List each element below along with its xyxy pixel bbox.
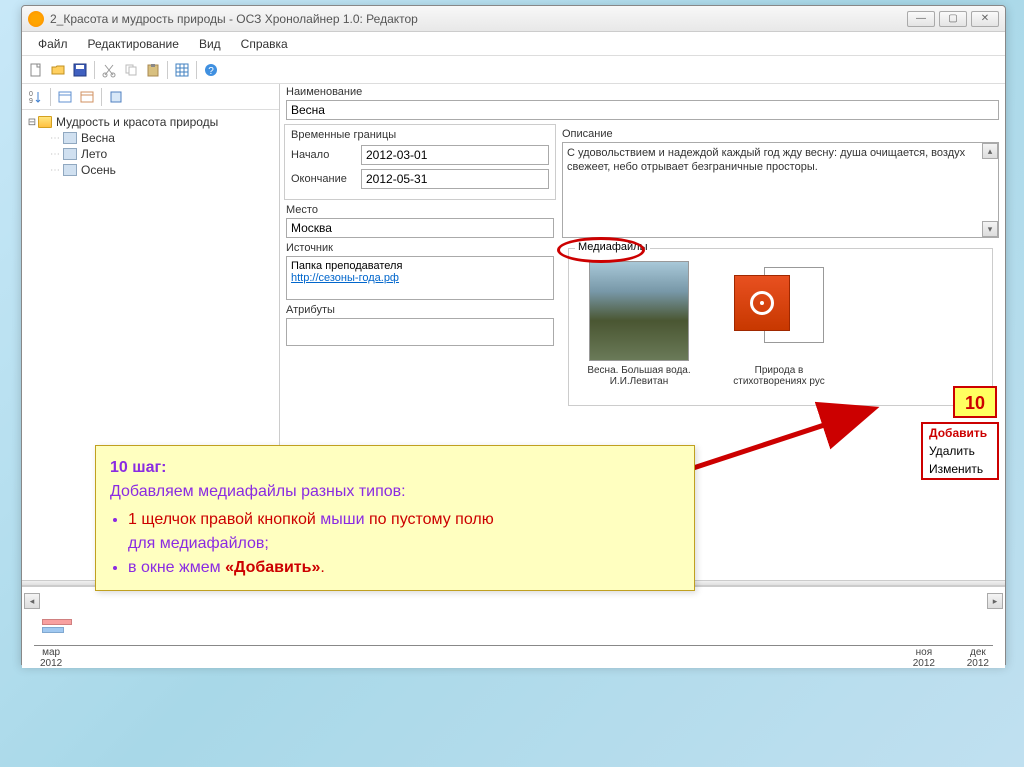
timeline-scroll-right-icon[interactable]: ▸ xyxy=(987,593,1003,609)
tree-root[interactable]: ⊟ Мудрость и красота природы xyxy=(26,114,275,130)
context-add[interactable]: Добавить xyxy=(923,424,997,442)
svg-text:0: 0 xyxy=(29,91,33,98)
maximize-button[interactable]: ▢ xyxy=(939,11,967,27)
tree-item-osen[interactable]: ⋯ Осень xyxy=(26,162,275,178)
source-label: Источник xyxy=(286,242,554,254)
menubar: Файл Редактирование Вид Справка xyxy=(22,32,1005,56)
time-fieldset: Временные границы Начало Окончание xyxy=(284,124,556,200)
name-label: Наименование xyxy=(286,86,999,98)
scroll-up-icon[interactable]: ▴ xyxy=(982,143,998,159)
callout-bullet: в окне жмем «Добавить». xyxy=(128,556,680,580)
tree-item-label: Весна xyxy=(81,131,115,145)
callout-bullet: 1 щелчок правой кнопкой мыши по пустому … xyxy=(128,508,680,556)
place-input[interactable] xyxy=(286,218,554,238)
titlebar: 2_Красота и мудрость природы - ОСЗ Хроно… xyxy=(22,6,1005,32)
tree-item-label: Лето xyxy=(81,147,107,161)
new-icon[interactable] xyxy=(26,60,46,80)
menu-help[interactable]: Справка xyxy=(231,35,298,53)
ppt-thumbnail xyxy=(734,261,824,361)
tree-item-leto[interactable]: ⋯ Лето xyxy=(26,146,275,162)
instruction-callout: 10 шаг: Добавляем медиафайлы разных типо… xyxy=(95,445,695,591)
separator xyxy=(50,88,51,106)
end-input[interactable] xyxy=(361,169,549,189)
item-icon xyxy=(63,132,77,144)
help-icon[interactable]: ? xyxy=(201,60,221,80)
time-label: Временные границы xyxy=(291,129,549,141)
tree-btn1-icon[interactable] xyxy=(55,87,75,107)
tree-connector: ⋯ xyxy=(50,149,59,160)
tree-item-label: Осень xyxy=(81,163,116,177)
context-delete[interactable]: Удалить xyxy=(923,442,997,460)
collapse-icon[interactable]: ⊟ xyxy=(26,117,38,128)
media-caption: Природа в стихотворениях рус xyxy=(733,365,825,387)
svg-text:?: ? xyxy=(208,66,214,77)
context-menu: 10 Добавить Удалить Изменить xyxy=(921,422,999,480)
separator xyxy=(101,88,102,106)
minimize-button[interactable]: — xyxy=(907,11,935,27)
menu-file[interactable]: Файл xyxy=(28,35,78,53)
menu-edit[interactable]: Редактирование xyxy=(78,35,189,53)
image-thumbnail xyxy=(589,261,689,361)
close-button[interactable]: ✕ xyxy=(971,11,999,27)
attr-label: Атрибуты xyxy=(286,304,554,316)
window-title: 2_Красота и мудрость природы - ОСЗ Хроно… xyxy=(50,12,907,26)
separator xyxy=(94,61,95,79)
tree-connector: ⋯ xyxy=(50,165,59,176)
menu-view[interactable]: Вид xyxy=(189,35,231,53)
source-link[interactable]: http://сезоны-года.рф xyxy=(291,272,399,284)
save-icon[interactable] xyxy=(70,60,90,80)
desc-textarea[interactable]: С удовольствием и надеждой каждый год жд… xyxy=(562,142,999,238)
attr-box[interactable] xyxy=(286,318,554,346)
media-fieldset[interactable]: Медиафайлы Весна. Большая вода. И.И.Леви… xyxy=(568,248,993,406)
source-text: Папка преподавателя xyxy=(291,260,402,272)
tree-btn2-icon[interactable] xyxy=(77,87,97,107)
grid-icon[interactable] xyxy=(172,60,192,80)
media-items: Весна. Большая вода. И.И.Левитан Природа… xyxy=(569,249,992,399)
timeline-scroll-left-icon[interactable]: ◂ xyxy=(24,593,40,609)
tree-btn3-icon[interactable] xyxy=(106,87,126,107)
step-badge: 10 xyxy=(953,386,997,418)
context-edit[interactable]: Изменить xyxy=(923,460,997,478)
tree-root-label: Мудрость и красота природы xyxy=(56,115,218,129)
sort-icon[interactable]: 09 xyxy=(26,87,46,107)
item-icon xyxy=(63,164,77,176)
paste-icon[interactable] xyxy=(143,60,163,80)
media-item-ppt[interactable]: Природа в стихотворениях рус xyxy=(719,261,839,387)
svg-text:9: 9 xyxy=(29,98,33,105)
item-icon xyxy=(63,148,77,160)
scroll-down-icon[interactable]: ▾ xyxy=(982,221,998,237)
cut-icon[interactable] xyxy=(99,60,119,80)
start-input[interactable] xyxy=(361,145,549,165)
media-item-image[interactable]: Весна. Большая вода. И.И.Левитан xyxy=(579,261,699,387)
separator xyxy=(167,61,168,79)
timeline-tick: мар2012 xyxy=(40,647,62,669)
tree-toolbar: 09 xyxy=(22,84,279,110)
copy-icon[interactable] xyxy=(121,60,141,80)
timeline-panel[interactable]: ◂ ▸ мар2012 ноя2012 дек2012 xyxy=(22,586,1005,668)
desc-label: Описание xyxy=(562,128,613,140)
tree-connector: ⋯ xyxy=(50,133,59,144)
place-label: Место xyxy=(286,204,554,216)
end-label: Окончание xyxy=(291,173,361,185)
start-label: Начало xyxy=(291,149,361,161)
callout-line: Добавляем медиафайлы разных типов: xyxy=(110,483,406,500)
timeline-bar[interactable] xyxy=(42,627,64,633)
timeline-axis xyxy=(34,645,993,646)
name-input[interactable] xyxy=(286,100,999,120)
window-buttons: — ▢ ✕ xyxy=(907,11,999,27)
timeline-tick: ноя2012 xyxy=(913,647,935,669)
open-icon[interactable] xyxy=(48,60,68,80)
source-box[interactable]: Папка преподавателя http://сезоны-года.р… xyxy=(286,256,554,300)
annotation-circle xyxy=(557,237,645,263)
main-toolbar: ? xyxy=(22,56,1005,84)
media-caption: Весна. Большая вода. И.И.Левитан xyxy=(587,365,690,387)
app-icon xyxy=(28,11,44,27)
tree-item-vesna[interactable]: ⋯ Весна xyxy=(26,130,275,146)
desc-content: С удовольствием и надеждой каждый год жд… xyxy=(567,147,965,173)
timeline-bar[interactable] xyxy=(42,619,72,625)
timeline-tick: дек2012 xyxy=(967,647,989,669)
folder-icon xyxy=(38,116,52,128)
separator xyxy=(196,61,197,79)
callout-title: 10 шаг: xyxy=(110,459,166,476)
